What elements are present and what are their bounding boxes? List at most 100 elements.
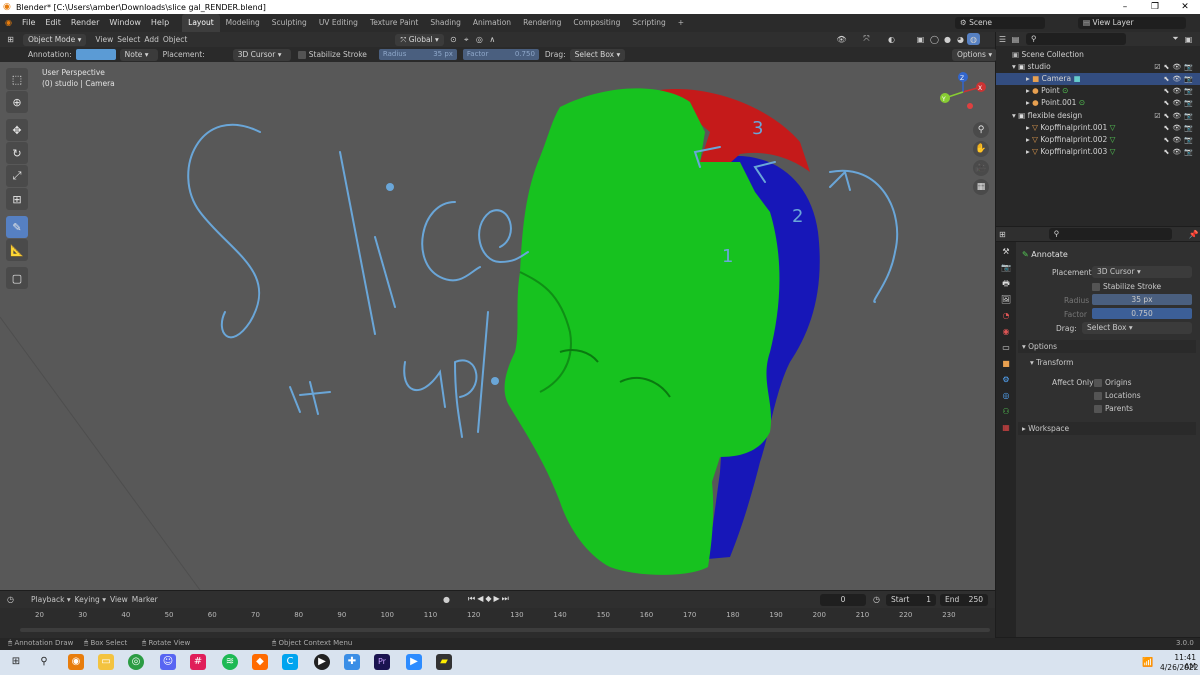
tab-sculpting[interactable]: Sculpting bbox=[266, 14, 313, 32]
timeline-scrollbar[interactable] bbox=[20, 628, 990, 632]
measure-tool-icon[interactable]: 📐 bbox=[6, 239, 28, 261]
premiere-icon[interactable]: Pr bbox=[374, 654, 390, 670]
blender-menu-icon[interactable]: ◉ bbox=[0, 14, 17, 32]
gizmo-icon[interactable]: ⤧ bbox=[860, 33, 873, 45]
visibility-icons[interactable]: ⬉👁📷 bbox=[1164, 97, 1196, 109]
timeline-playback-menu[interactable]: Playback ▾ bbox=[31, 595, 71, 604]
placement-dropdown[interactable]: 3D Cursor ▾ bbox=[232, 48, 291, 61]
preview-range-icon[interactable]: ◷ bbox=[870, 593, 883, 605]
menu-object[interactable]: Object bbox=[163, 35, 187, 44]
chrome-icon[interactable]: ◎ bbox=[128, 654, 144, 670]
solid-shading-icon[interactable]: ● bbox=[941, 33, 954, 45]
locations-checkbox[interactable] bbox=[1094, 392, 1102, 400]
workspace-panel-header[interactable]: ▸ Workspace bbox=[1018, 422, 1196, 435]
scale-tool-icon[interactable]: ⤢ bbox=[6, 165, 28, 187]
sticky-notes-icon[interactable]: ▰ bbox=[436, 654, 452, 670]
timeline-view-menu[interactable]: View bbox=[110, 595, 128, 604]
minimize-button[interactable]: – bbox=[1110, 0, 1140, 14]
tab-shading[interactable]: Shading bbox=[424, 14, 466, 32]
capture-app-icon[interactable]: C bbox=[282, 654, 298, 670]
menu-add[interactable]: Add bbox=[144, 35, 159, 44]
tab-animation[interactable]: Animation bbox=[467, 14, 517, 32]
discord-icon[interactable]: ☺ bbox=[160, 654, 176, 670]
visibility-icons[interactable]: ☑⬉👁📷 bbox=[1154, 61, 1196, 73]
scene-tab-icon[interactable]: ◔ bbox=[999, 310, 1013, 322]
tab-compositing[interactable]: Compositing bbox=[567, 14, 626, 32]
data-tab-icon[interactable]: ⚇ bbox=[999, 406, 1013, 418]
overlay-icon[interactable]: ◐ bbox=[885, 33, 898, 45]
xray-icon[interactable]: ▣ bbox=[914, 33, 927, 45]
tab-texture-paint[interactable]: Texture Paint bbox=[364, 14, 424, 32]
windows-start-icon[interactable]: ⊞ bbox=[8, 654, 24, 670]
cursor-tool-icon[interactable]: ⊕ bbox=[6, 91, 28, 113]
outliner-item-point[interactable]: ▸ ● Point ⊙ ⬉👁📷 bbox=[996, 85, 1200, 97]
prop-drag-dropdown[interactable]: Select Box ▾ bbox=[1082, 322, 1192, 334]
mode-dropdown[interactable]: Object Mode ▾ bbox=[23, 33, 87, 46]
rotate-tool-icon[interactable]: ↻ bbox=[6, 142, 28, 164]
visibility-icons[interactable]: ⬉👁📷 bbox=[1164, 122, 1196, 134]
parents-toggle[interactable]: Parents bbox=[1094, 404, 1133, 413]
collection-tab-icon[interactable]: ▭ bbox=[999, 342, 1013, 354]
current-frame-field[interactable]: 0 bbox=[820, 594, 866, 606]
gizmo-neg-x[interactable] bbox=[967, 103, 973, 109]
stabilize-stroke-toggle[interactable]: Stabilize Stroke bbox=[297, 50, 367, 59]
scene-selector[interactable]: ⚙ Scene bbox=[955, 17, 1045, 29]
editor-type-icon[interactable]: ⊞ bbox=[4, 34, 17, 46]
navigation-gizmo[interactable]: X Y Z bbox=[940, 72, 986, 109]
visibility-icons[interactable]: ☑⬉👁📷 bbox=[1154, 110, 1196, 122]
visibility-icons[interactable]: ⬉👁📷 bbox=[1164, 146, 1196, 158]
origins-toggle[interactable]: Origins bbox=[1094, 378, 1132, 387]
output-tab-icon[interactable]: 🖶 bbox=[999, 278, 1013, 290]
texture-tab-icon[interactable]: ▦ bbox=[999, 422, 1013, 434]
add-workspace-button[interactable]: + bbox=[672, 14, 690, 32]
parents-checkbox[interactable] bbox=[1094, 405, 1102, 413]
menu-render[interactable]: Render bbox=[66, 14, 104, 32]
tab-rendering[interactable]: Rendering bbox=[517, 14, 567, 32]
timeline-keying-menu[interactable]: Keying ▾ bbox=[75, 595, 106, 604]
modifier-tab-icon[interactable]: ⚙ bbox=[999, 374, 1013, 386]
falloff-icon[interactable]: ∧ bbox=[486, 34, 499, 46]
outliner-search-input[interactable]: ⚲ bbox=[1026, 33, 1126, 45]
prop-radius-slider[interactable]: 35 px bbox=[1092, 294, 1192, 305]
select-box-tool-icon[interactable]: ⬚ bbox=[6, 68, 28, 90]
properties-editor-icon[interactable]: ⊞ bbox=[996, 228, 1009, 240]
stabilize-checkbox[interactable] bbox=[297, 51, 306, 59]
close-button[interactable]: ✕ bbox=[1170, 0, 1200, 14]
tab-modeling[interactable]: Modeling bbox=[220, 14, 266, 32]
factor-slider[interactable]: Factor 0.750 bbox=[462, 49, 539, 60]
outliner-item-kopf-001[interactable]: ▸ ▽ Kopffinalprint.001 ▽ ⬉👁📷 bbox=[996, 122, 1200, 134]
blender-taskbar-icon[interactable]: ◉ bbox=[68, 654, 84, 670]
tab-scripting[interactable]: Scripting bbox=[626, 14, 671, 32]
media-player-icon[interactable]: ▶ bbox=[314, 654, 330, 670]
network-icon[interactable]: 📶 bbox=[1140, 655, 1156, 671]
menu-view[interactable]: View bbox=[95, 35, 113, 44]
new-collection-icon[interactable]: ▣ bbox=[1182, 33, 1195, 45]
pin-icon[interactable]: 📌 bbox=[1187, 228, 1200, 240]
add-cube-tool-icon[interactable]: ▢ bbox=[6, 267, 28, 289]
options-dropdown[interactable]: Options ▾ bbox=[952, 49, 998, 61]
brave-icon[interactable]: ◆ bbox=[252, 654, 268, 670]
menu-edit[interactable]: Edit bbox=[40, 14, 66, 32]
zoom-app-icon[interactable]: ▶ bbox=[406, 654, 422, 670]
orientation-dropdown[interactable]: ⤧ Global ▾ bbox=[395, 33, 444, 46]
collection-row-flexible-design[interactable]: ▾ ▣ flexible design ☑⬉👁📷 bbox=[996, 110, 1200, 122]
view-object-types-icon[interactable]: 👁 bbox=[835, 33, 848, 45]
origins-checkbox[interactable] bbox=[1094, 379, 1102, 387]
world-tab-icon[interactable]: ◉ bbox=[999, 326, 1013, 338]
outliner-item-kopf-003[interactable]: ▸ ▽ Kopffinalprint.003 ▽ ⬉👁📷 bbox=[996, 146, 1200, 158]
visibility-icons[interactable]: ⬉👁📷 bbox=[1164, 134, 1196, 146]
visibility-icons[interactable]: ⬉👁📷 bbox=[1164, 73, 1196, 85]
prop-placement-dropdown[interactable]: 3D Cursor ▾ bbox=[1092, 266, 1192, 278]
view-layer-selector[interactable]: ▤ View Layer bbox=[1078, 17, 1186, 29]
scene-collection-row[interactable]: ▣ Scene Collection bbox=[996, 49, 1200, 61]
menu-window[interactable]: Window bbox=[104, 14, 146, 32]
object-tab-icon[interactable]: ■ bbox=[999, 358, 1013, 370]
timeline-editor-icon[interactable]: ◷ bbox=[4, 594, 17, 606]
tab-layout[interactable]: Layout bbox=[182, 14, 220, 32]
outliner-editor-icon[interactable]: ☰ bbox=[996, 33, 1009, 45]
playback-controls[interactable]: ⏮◀◆▶⏭ bbox=[468, 594, 511, 604]
camera-view-icon[interactable]: 🎥 bbox=[973, 160, 989, 176]
record-icon[interactable]: ● bbox=[440, 593, 453, 605]
prop-factor-slider[interactable]: 0.750 bbox=[1092, 308, 1192, 319]
menu-help[interactable]: Help bbox=[146, 14, 174, 32]
